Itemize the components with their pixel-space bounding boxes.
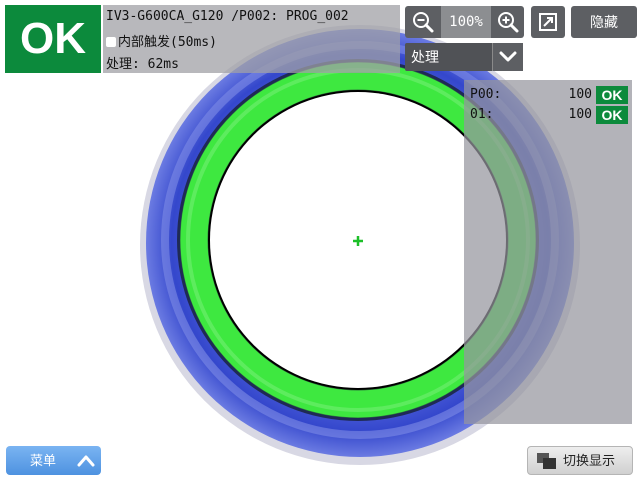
tool-name: 01: (470, 107, 494, 122)
zoom-in-icon (498, 12, 519, 33)
chevron-up-icon (77, 455, 95, 467)
device-program-label: IV3-G600CA_G120 /P002: PROG_002 (106, 9, 349, 24)
tool-name: P00: (470, 87, 502, 102)
tool-match-value: 100 (568, 107, 592, 122)
display-mode-dropdown-button[interactable] (492, 43, 523, 71)
menu-label: 菜单 (30, 453, 57, 468)
expand-icon (539, 13, 557, 31)
zoom-in-button[interactable] (493, 7, 523, 37)
tool-match-value: 100 (568, 87, 592, 102)
switch-display-button[interactable]: 切换显示 (527, 446, 633, 475)
switch-display-label: 切换显示 (563, 453, 616, 468)
menu-button[interactable]: 菜单 (6, 446, 101, 475)
zoom-out-icon (413, 12, 434, 33)
display-mode-value: 处理 (411, 49, 439, 65)
window-switch-icon (537, 453, 556, 469)
trigger-label: 内部触发(50ms) (118, 35, 217, 50)
chevron-down-icon (499, 51, 517, 62)
zoom-level: 100% (441, 6, 491, 38)
tool-result-row: 01: 100 OK (470, 106, 628, 124)
tool-status-badge: OK (596, 106, 628, 124)
tool-results-overlay (464, 80, 632, 424)
processing-time: 处理: 62ms (106, 57, 179, 72)
trigger-mode: 内部触发(50ms) (106, 31, 217, 50)
judgement-badge: OK (5, 5, 101, 73)
program-info-panel: IV3-G600CA_G120 /P002: PROG_002 内部触发(50m… (103, 5, 400, 73)
zoom-out-button[interactable] (408, 7, 438, 37)
tool-status-badge: OK (596, 86, 628, 104)
zoom-controls: 100% (405, 6, 524, 38)
expand-button[interactable] (531, 6, 565, 38)
display-mode-select[interactable]: 处理 (405, 43, 523, 71)
trigger-indicator (106, 37, 116, 47)
hide-button[interactable]: 隐藏 (571, 6, 637, 38)
tool-result-row: P00: 100 OK (470, 86, 628, 104)
